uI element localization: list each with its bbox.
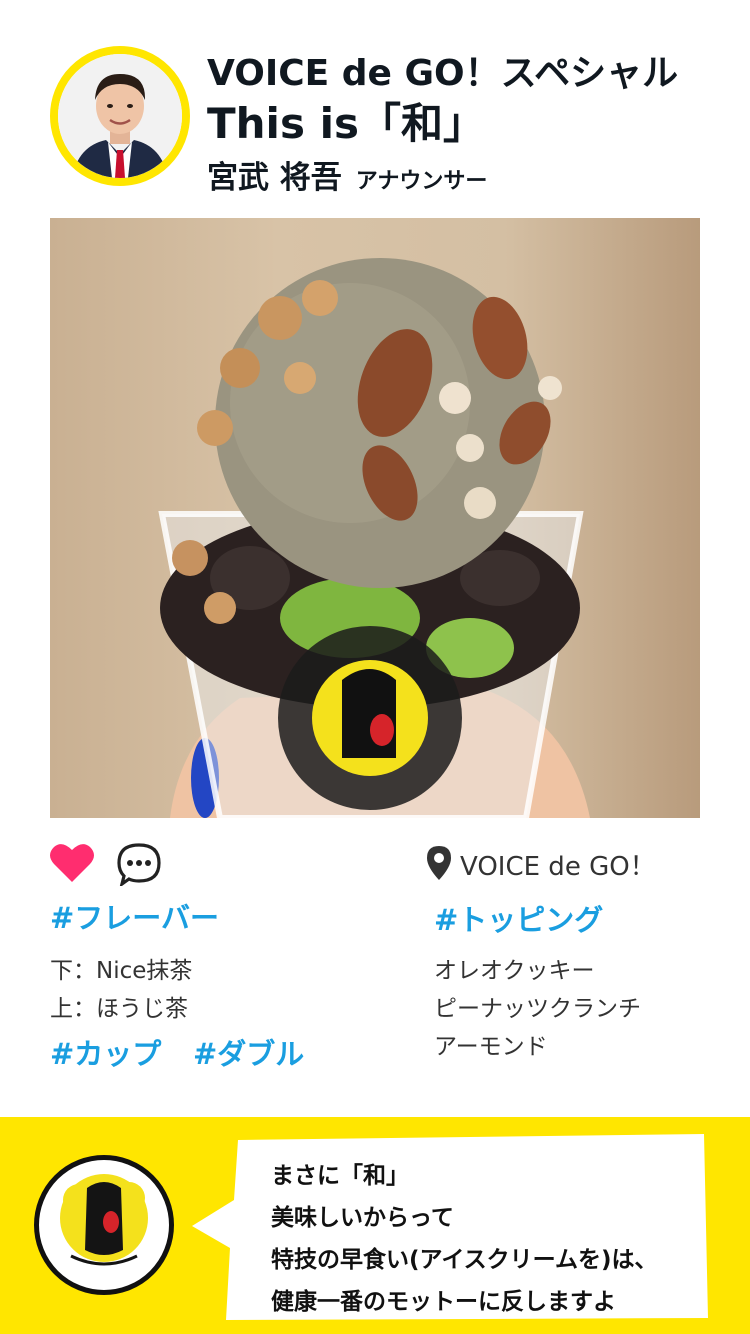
location-pin-icon — [427, 846, 451, 880]
tag-double[interactable]: #ダブル — [193, 1031, 304, 1073]
comment-line-3: 特技の早食い(アイスクリームを)は、 — [271, 1247, 658, 1273]
announcer-avatar — [50, 46, 190, 186]
announcer-role: アナウンサー — [355, 169, 488, 194]
topping-item-peanut-crunch: ピーナッツクランチ — [434, 996, 641, 1022]
comment-line-4: 健康一番のモットーに反しますよ — [271, 1289, 616, 1315]
ice-cream-illustration-icon — [158, 258, 590, 818]
announcer-label: 宮武 将吾 アナウンサー — [207, 152, 487, 197]
topping-item-almond: アーモンド — [434, 1034, 548, 1060]
announcer-portrait-icon — [58, 54, 182, 178]
crazy-ice-cream-logo — [34, 1155, 174, 1295]
location-label[interactable]: VOICE de GO！ — [460, 846, 656, 883]
page-title-line2: This is「和」 — [207, 99, 485, 148]
flavor-item-bottom: 下：Nice抹茶 — [50, 958, 193, 984]
comment-line-2: 美味しいからって — [271, 1205, 454, 1231]
speech-bubble-text: まさに「和」 美味しいからって 特技の早食い(アイスクリームを)は、 健康一番の… — [271, 1155, 691, 1323]
page-title-line1: VOICE de GO！スペシャル — [207, 53, 679, 94]
tag-cup[interactable]: #カップ — [50, 1031, 161, 1073]
flavor-item-top: 上：ほうじ茶 — [50, 996, 188, 1022]
comment-line-1: まさに「和」 — [271, 1163, 409, 1189]
topping-hashtag[interactable]: #トッピング — [434, 897, 603, 939]
crazy-ice-cream-logo-icon — [60, 1174, 148, 1266]
ice-cream-photo — [50, 218, 700, 818]
flavor-hashtag[interactable]: #フレーバー — [50, 895, 219, 937]
announcer-name: 宮武 将吾 — [207, 160, 342, 196]
topping-item-oreo: オレオクッキー — [434, 958, 595, 984]
comment-icon[interactable] — [116, 842, 162, 886]
heart-icon[interactable] — [49, 842, 95, 884]
